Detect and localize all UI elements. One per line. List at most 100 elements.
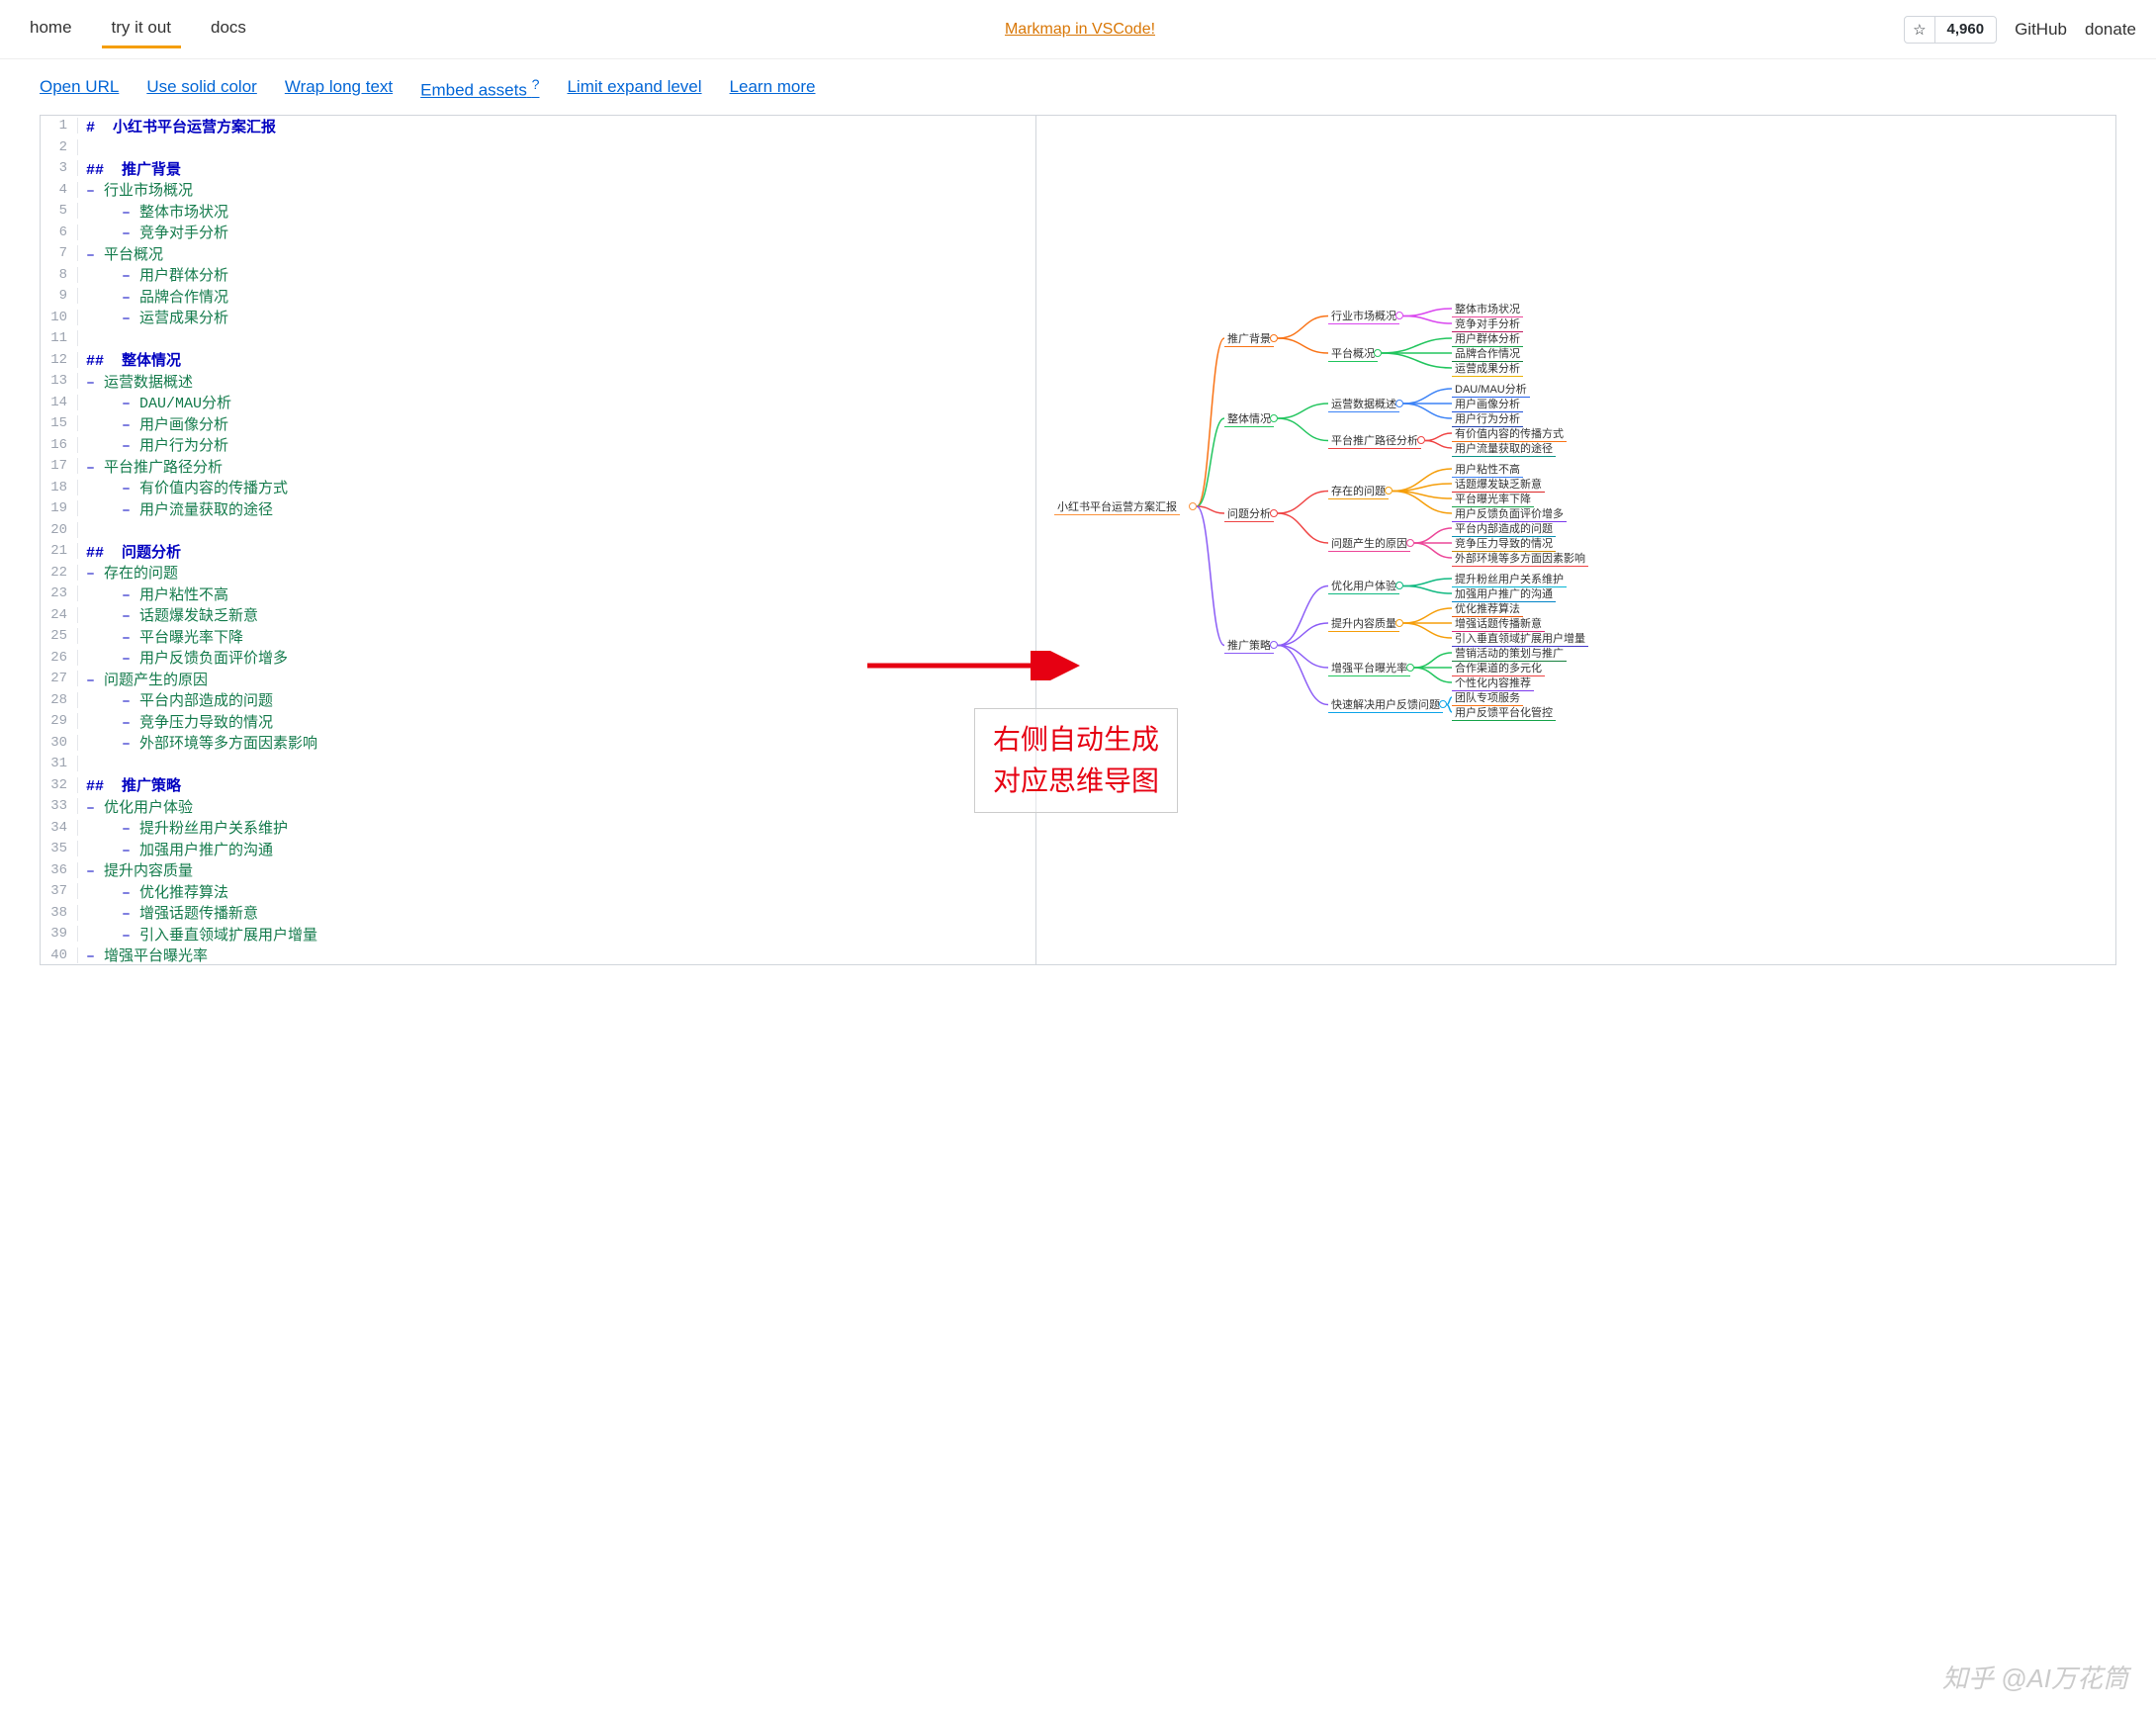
mindmap-node-toggle[interactable] [1406,539,1414,547]
editor-line[interactable]: 15 – 用户画像分析 [41,413,1035,435]
learn-more-button[interactable]: Learn more [730,77,816,101]
solid-color-button[interactable]: Use solid color [146,77,257,101]
nav-github[interactable]: GitHub [2015,20,2067,40]
mindmap-node[interactable]: 运营数据概述 [1328,396,1399,411]
editor-line[interactable]: 13– 运营数据概述 [41,371,1035,393]
editor-line[interactable]: 38 – 增强话题传播新意 [41,902,1035,924]
editor-line[interactable]: 8 – 用户群体分析 [41,264,1035,286]
editor-line[interactable]: 12## 整体情况 [41,349,1035,371]
editor-line[interactable]: 6 – 竞争对手分析 [41,222,1035,243]
editor-line[interactable]: 19 – 用户流量获取的途径 [41,498,1035,520]
editor-line[interactable]: 3## 推广背景 [41,158,1035,180]
mindmap-node[interactable]: 优化用户体验 [1328,578,1399,593]
markdown-editor[interactable]: 1# 小红书平台运营方案汇报23## 推广背景4– 行业市场概况5 – 整体市场… [41,116,1036,964]
mindmap-node[interactable]: 用户反馈平台化管控 [1452,704,1556,720]
nav-docs[interactable]: docs [201,10,256,48]
mindmap-node[interactable]: 平台推广路径分析 [1328,432,1421,448]
mindmap-node[interactable]: 存在的问题 [1328,483,1389,498]
mindmap-node-toggle[interactable] [1417,436,1425,444]
mindmap-node[interactable]: 整体市场状况 [1452,301,1523,316]
editor-line[interactable]: 34 – 提升粉丝用户关系维护 [41,817,1035,839]
editor-line[interactable]: 20 [41,519,1035,541]
mindmap-node[interactable]: 品牌合作情况 [1452,345,1523,361]
mindmap-node[interactable]: 竞争压力导致的情况 [1452,535,1556,551]
mindmap-node[interactable]: 推广策略 [1224,637,1274,653]
editor-line[interactable]: 24 – 话题爆发缺乏新意 [41,604,1035,626]
open-url-button[interactable]: Open URL [40,77,119,101]
mindmap-node[interactable]: 用户行为分析 [1452,410,1523,426]
editor-line[interactable]: 17– 平台推广路径分析 [41,456,1035,478]
github-star-badge[interactable]: ☆ 4,960 [1904,16,1997,44]
mindmap-node[interactable]: 平台曝光率下降 [1452,491,1534,506]
mindmap-node[interactable]: 快速解决用户反馈问题 [1328,696,1443,712]
mindmap-node[interactable]: 竞争对手分析 [1452,315,1523,331]
embed-assets-button[interactable]: Embed assets ? [420,77,539,101]
mindmap-node[interactable]: 用户反馈负面评价增多 [1452,505,1567,521]
mindmap-node-toggle[interactable] [1385,487,1392,495]
mindmap-node-toggle[interactable] [1270,641,1278,649]
editor-line[interactable]: 2 [41,136,1035,158]
mindmap-node[interactable]: 团队专项服务 [1452,689,1523,705]
editor-line[interactable]: 4– 行业市场概况 [41,179,1035,201]
mindmap-node-toggle[interactable] [1395,312,1403,319]
editor-line[interactable]: 21## 问题分析 [41,541,1035,563]
mindmap-node-toggle[interactable] [1439,700,1447,708]
mindmap-node[interactable]: 用户群体分析 [1452,330,1523,346]
editor-line[interactable]: 37 – 优化推荐算法 [41,881,1035,903]
mindmap-node[interactable]: 整体情况 [1224,410,1274,426]
mindmap-node[interactable]: 优化推荐算法 [1452,600,1523,616]
mindmap-preview[interactable]: 小红书平台运营方案汇报 整体市场状况竞争对手分析 行业市场概况用户群体分析品牌合作情… [1036,116,2115,964]
editor-line[interactable]: 9 – 品牌合作情况 [41,286,1035,308]
editor-line[interactable]: 10 – 运营成果分析 [41,307,1035,328]
mindmap-node[interactable]: 问题分析 [1224,505,1274,521]
vscode-promo-link[interactable]: Markmap in VSCode! [1005,21,1155,38]
editor-line[interactable]: 33– 优化用户体验 [41,796,1035,818]
mindmap-node-toggle[interactable] [1395,400,1403,407]
editor-line[interactable]: 29 – 竞争压力导致的情况 [41,711,1035,733]
editor-line[interactable]: 23 – 用户粘性不高 [41,584,1035,605]
editor-line[interactable]: 7– 平台概况 [41,243,1035,265]
editor-line[interactable]: 31 [41,754,1035,775]
mindmap-node-toggle[interactable] [1189,502,1197,510]
mindmap-node[interactable]: 用户粘性不高 [1452,461,1523,477]
mindmap-node-toggle[interactable] [1395,619,1403,627]
nav-donate[interactable]: donate [2085,20,2136,40]
mindmap-node[interactable]: 行业市场概况 [1328,308,1399,323]
mindmap-node-toggle[interactable] [1270,334,1278,342]
editor-line[interactable]: 14 – DAU/MAU分析 [41,392,1035,413]
editor-line[interactable]: 25 – 平台曝光率下降 [41,626,1035,648]
mindmap-node[interactable]: DAU/MAU分析 [1452,381,1530,397]
mindmap-node[interactable]: 增强平台曝光率 [1328,660,1410,675]
mindmap-node[interactable]: 提升粉丝用户关系维护 [1452,571,1567,586]
mindmap-node-toggle[interactable] [1395,582,1403,589]
mindmap-node[interactable]: 话题爆发缺乏新意 [1452,476,1545,492]
mindmap-node[interactable]: 用户画像分析 [1452,396,1523,411]
mindmap-node[interactable]: 平台概况 [1328,345,1378,361]
mindmap-node[interactable]: 小红书平台运营方案汇报 [1054,498,1180,514]
nav-try[interactable]: try it out [102,10,181,48]
nav-home[interactable]: home [20,10,82,48]
mindmap-node[interactable]: 营销活动的策划与推广 [1452,645,1567,661]
mindmap-node-toggle[interactable] [1406,664,1414,672]
mindmap-node[interactable]: 外部环境等多方面因素影响 [1452,550,1588,566]
mindmap-node[interactable]: 运营成果分析 [1452,360,1523,376]
editor-line[interactable]: 35 – 加强用户推广的沟通 [41,839,1035,860]
mindmap-node-toggle[interactable] [1270,509,1278,517]
limit-expand-button[interactable]: Limit expand level [567,77,701,101]
editor-line[interactable]: 11 [41,328,1035,350]
editor-line[interactable]: 40– 增强平台曝光率 [41,944,1035,964]
wrap-text-button[interactable]: Wrap long text [285,77,393,101]
mindmap-node[interactable]: 个性化内容推荐 [1452,675,1534,690]
mindmap-node[interactable]: 引入垂直领域扩展用户增量 [1452,630,1588,646]
editor-line[interactable]: 16 – 用户行为分析 [41,434,1035,456]
mindmap-node-toggle[interactable] [1270,414,1278,422]
mindmap-node[interactable]: 平台内部造成的问题 [1452,520,1556,536]
mindmap-node[interactable]: 增强话题传播新意 [1452,615,1545,631]
mindmap-node[interactable]: 用户流量获取的途径 [1452,440,1556,456]
mindmap-node-toggle[interactable] [1374,349,1382,357]
editor-line[interactable]: 1# 小红书平台运营方案汇报 [41,116,1035,137]
mindmap-node[interactable]: 问题产生的原因 [1328,535,1410,551]
mindmap-node[interactable]: 提升内容质量 [1328,615,1399,631]
editor-line[interactable]: 22– 存在的问题 [41,562,1035,584]
editor-line[interactable]: 30 – 外部环境等多方面因素影响 [41,732,1035,754]
